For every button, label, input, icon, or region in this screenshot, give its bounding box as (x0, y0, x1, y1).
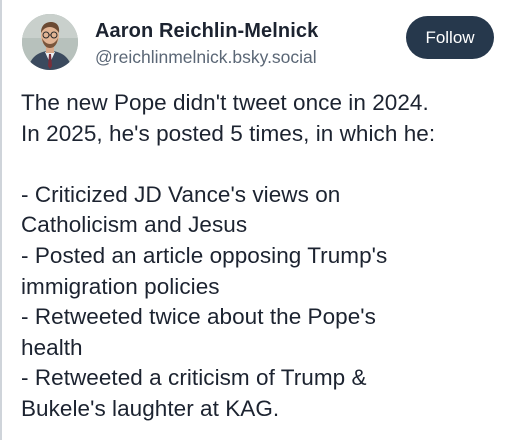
post-text-line: - Posted an article opposing Trump's (21, 242, 388, 268)
post-text-line (21, 149, 501, 180)
post-header: Aaron Reichlin-Melnick @reichlinmelnick.… (2, 0, 508, 80)
avatar[interactable] (22, 14, 78, 70)
post-text-line: The new Pope didn't tweet once in 2024. (21, 90, 429, 115)
post-text-line: Catholicism and Jesus (21, 212, 248, 238)
post-text-line: In 2025, he's posted 5 times, in which h… (21, 120, 436, 146)
post-text-line: - Retweeted a criticism of Trump & (21, 365, 367, 391)
post-text-line: immigration policies (21, 273, 220, 299)
follow-button[interactable]: Follow (406, 16, 494, 59)
post-text-line: - Criticized JD Vance's views on (21, 181, 341, 207)
profile-photo-icon (22, 14, 78, 70)
post-text: The new Pope didn't tweet once in 2024. … (21, 88, 501, 425)
post-text-line: Bukele's laughter at KAG. (21, 395, 280, 421)
post-text-line: health (21, 334, 83, 360)
author-display-name[interactable]: Aaron Reichlin-Melnick (95, 20, 318, 43)
post-card: Aaron Reichlin-Melnick @reichlinmelnick.… (0, 0, 508, 440)
author-handle[interactable]: @reichlinmelnick.bsky.social (95, 47, 317, 68)
post-text-line: - Retweeted twice about the Pope's (21, 304, 376, 330)
